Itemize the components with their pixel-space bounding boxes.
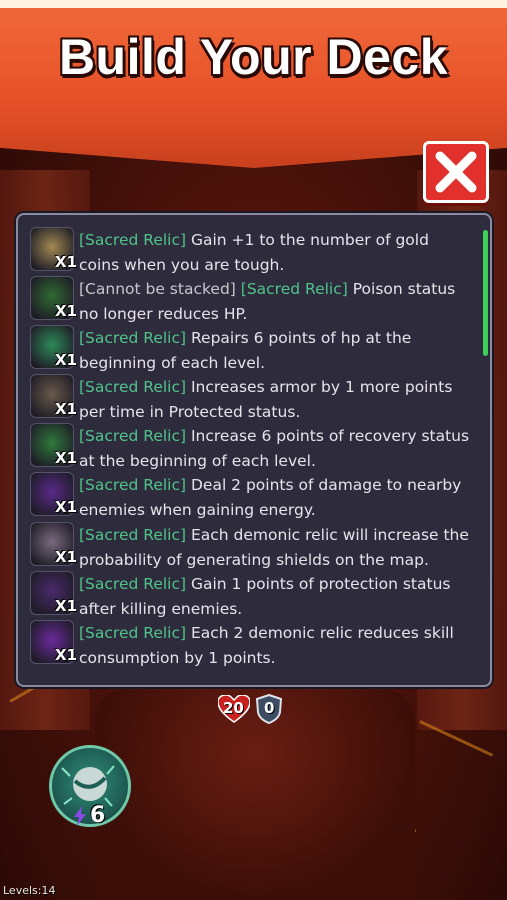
relic-tag: [Sacred Relic] — [79, 427, 187, 445]
relic-count: X1 — [55, 597, 78, 615]
relic-count: X1 — [55, 302, 78, 320]
relic-count: X1 — [55, 498, 78, 516]
relic-item[interactable]: X1 [Sacred Relic] Each demonic relic will… — [30, 521, 480, 570]
relic-description: [Sacred Relic] Each demonic relic will i… — [79, 523, 471, 572]
relic-tag: [Sacred Relic] — [79, 526, 187, 544]
relic-tag: [Cannot be stacked] — [79, 280, 236, 298]
relic-item[interactable]: X1 [Sacred Relic] Repairs 6 points of hp … — [30, 324, 480, 373]
relic-tag: [Sacred Relic] — [79, 575, 187, 593]
page-title: Build Your Deck — [58, 29, 449, 85]
relic-description: [Sacred Relic] Increase 6 points of reco… — [79, 424, 471, 473]
relic-tag: [Sacred Relic] — [79, 476, 187, 494]
relic-description: [Sacred Relic] Gain +1 to the number of … — [79, 228, 471, 277]
relic-count: X1 — [55, 646, 78, 664]
level-indicator: Levels:14 — [3, 884, 56, 897]
relic-description: [Sacred Relic] Gain 1 points of protecti… — [79, 572, 471, 621]
hp-value: 20 — [223, 699, 244, 717]
relic-description: [Sacred Relic] Repairs 6 points of hp at… — [79, 326, 471, 375]
relic-count: X1 — [55, 351, 78, 369]
relic-item[interactable]: X1 [Sacred Relic] Increases armor by 1 mo… — [30, 373, 480, 422]
relic-item[interactable]: X1 [Sacred Relic] Each 2 demonic relic re… — [30, 619, 480, 668]
relic-item[interactable]: X1 [Sacred Relic] Gain +1 to the number o… — [30, 226, 480, 275]
relic-tag: [Sacred Relic] — [79, 329, 187, 347]
relic-count: X1 — [55, 449, 78, 467]
relic-tag: [Sacred Relic] — [79, 378, 187, 396]
relic-description: [Sacred Relic] Increases armor by 1 more… — [79, 375, 471, 424]
skill-cost: 6 — [90, 803, 106, 828]
energy-bolt-icon — [74, 806, 86, 826]
relic-tag: [Sacred Relic] — [79, 624, 187, 642]
armor-value: 0 — [264, 699, 275, 717]
relic-description: [Cannot be stacked] [Sacred Relic] Poiso… — [79, 277, 471, 326]
scrollbar[interactable] — [483, 230, 488, 356]
close-icon — [435, 151, 477, 193]
banner-top-edge — [0, 0, 507, 8]
relic-tag: [Sacred Relic] — [79, 231, 187, 249]
relic-item[interactable]: X1 [Sacred Relic] Deal 2 points of damage… — [30, 471, 480, 520]
relic-count: X1 — [55, 253, 78, 271]
relic-description: [Sacred Relic] Deal 2 points of damage t… — [79, 473, 471, 522]
relic-description: [Sacred Relic] Each 2 demonic relic redu… — [79, 621, 471, 670]
close-button[interactable] — [423, 141, 489, 203]
relic-item[interactable]: X1 [Sacred Relic] Increase 6 points of re… — [30, 422, 480, 471]
relic-tag: [Sacred Relic] — [240, 280, 348, 298]
relic-item[interactable]: X1 [Sacred Relic] Gain 1 points of protec… — [30, 570, 480, 619]
relic-count: X1 — [55, 400, 78, 418]
relic-item[interactable]: X1 [Cannot be stacked] [Sacred Relic] Poi… — [30, 275, 480, 324]
relic-count: X1 — [55, 548, 78, 566]
